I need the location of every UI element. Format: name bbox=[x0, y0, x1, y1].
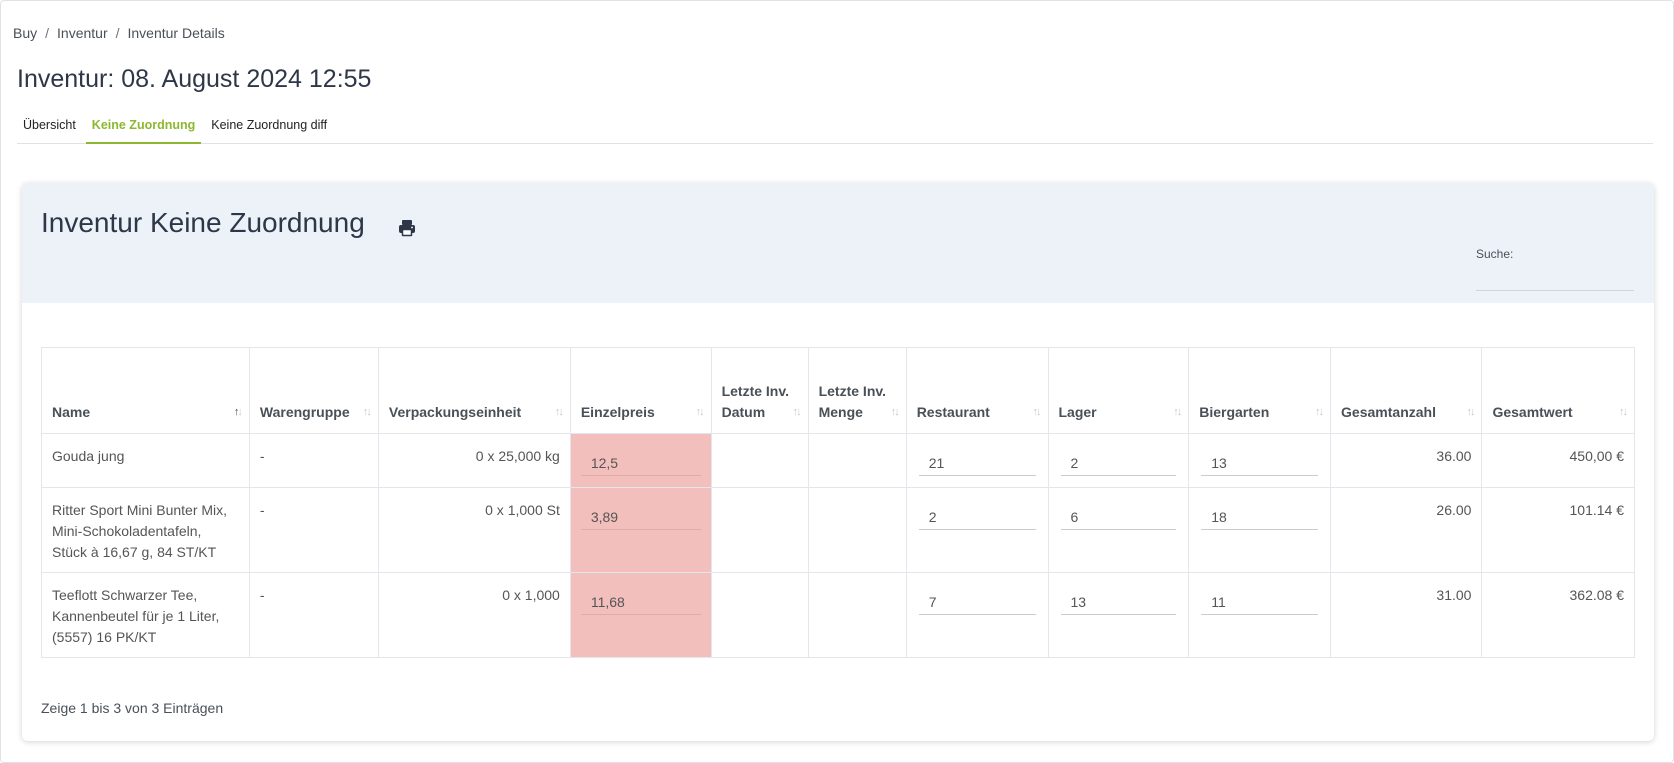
card-header: Inventur Keine Zuordnung Suche: bbox=[22, 183, 1654, 303]
page-title: Inventur: 08. August 2024 12:55 bbox=[17, 65, 372, 93]
column-header-verpackungseinheit[interactable]: Verpackungseinheit ↑↓ bbox=[377, 347, 571, 434]
cell-gesamtanzahl: 26.00 bbox=[1330, 487, 1483, 573]
cell-lager bbox=[1047, 433, 1190, 488]
cell-name: Ritter Sport Mini Bunter Mix, Mini-Schok… bbox=[41, 487, 250, 573]
cell-biergarten bbox=[1188, 487, 1332, 573]
inventory-table: Name ↑↓ Warengruppe ↑↓ Verpackungseinheit ↑… bbox=[41, 347, 1635, 658]
cell-lager bbox=[1047, 572, 1190, 658]
table-header-row: Name ↑↓ Warengruppe ↑↓ Verpackungseinheit ↑… bbox=[41, 347, 1635, 434]
sort-icon: ↑↓ bbox=[695, 406, 705, 418]
sort-icon: ↑↓ bbox=[1315, 406, 1324, 418]
lager-input[interactable] bbox=[1060, 500, 1177, 530]
tab-bar: Übersicht Keine Zuordnung Keine Zuordnun… bbox=[17, 111, 1653, 144]
cell-warengruppe: - bbox=[248, 433, 379, 488]
sort-icon: ↑↓ bbox=[233, 406, 243, 418]
column-header-einzelpreis[interactable]: Einzelpreis ↑↓ bbox=[569, 347, 712, 434]
tab-keine-zuordnung-diff[interactable]: Keine Zuordnung diff bbox=[205, 111, 333, 144]
lager-input[interactable] bbox=[1060, 585, 1177, 615]
column-header-biergarten[interactable]: Biergarten ↑↓ bbox=[1188, 347, 1332, 434]
einzelpreis-input[interactable] bbox=[580, 500, 701, 530]
column-header-lager[interactable]: Lager ↑↓ bbox=[1047, 347, 1190, 434]
column-header-name[interactable]: Name ↑↓ bbox=[41, 347, 250, 434]
einzelpreis-input[interactable] bbox=[580, 585, 701, 615]
cell-letzte-inv-menge bbox=[807, 433, 907, 488]
restaurant-input[interactable] bbox=[918, 500, 1036, 530]
cell-biergarten bbox=[1188, 433, 1332, 488]
einzelpreis-input[interactable] bbox=[580, 446, 701, 476]
sort-icon: ↑↓ bbox=[890, 406, 900, 418]
table-row: Gouda jung - 0 x 25,000 kg 36.00 450,00 … bbox=[41, 433, 1635, 488]
search-label: Suche: bbox=[1476, 247, 1514, 261]
cell-gesamtwert: 362.08 € bbox=[1481, 572, 1635, 658]
column-header-gesamtwert[interactable]: Gesamtwert ↑↓ bbox=[1481, 347, 1635, 434]
column-header-letzte-inv-datum[interactable]: Letzte Inv. Datum ↑↓ bbox=[710, 347, 809, 434]
biergarten-input[interactable] bbox=[1201, 500, 1319, 530]
cell-name: Gouda jung bbox=[41, 433, 250, 488]
cell-gesamtanzahl: 36.00 bbox=[1330, 433, 1483, 488]
column-header-warengruppe[interactable]: Warengruppe ↑↓ bbox=[248, 347, 379, 434]
cell-verpackungseinheit: 0 x 1,000 bbox=[377, 572, 571, 658]
sort-icon: ↑↓ bbox=[362, 406, 372, 418]
sort-icon: ↑↓ bbox=[792, 406, 802, 418]
cell-warengruppe: - bbox=[248, 487, 379, 573]
cell-verpackungseinheit: 0 x 25,000 kg bbox=[377, 433, 571, 488]
restaurant-input[interactable] bbox=[918, 446, 1036, 476]
cell-letzte-inv-datum bbox=[710, 572, 809, 658]
breadcrumb-inventur[interactable]: Inventur bbox=[57, 25, 108, 41]
breadcrumb-separator: / bbox=[45, 25, 50, 41]
sort-icon: ↑↓ bbox=[1466, 406, 1475, 418]
breadcrumb-buy[interactable]: Buy bbox=[13, 25, 37, 41]
column-header-gesamtanzahl[interactable]: Gesamtanzahl ↑↓ bbox=[1330, 347, 1483, 434]
cell-einzelpreis bbox=[569, 572, 712, 658]
cell-gesamtwert: 450,00 € bbox=[1481, 433, 1635, 488]
restaurant-input[interactable] bbox=[918, 585, 1036, 615]
cell-gesamtwert: 101.14 € bbox=[1481, 487, 1635, 573]
cell-lager bbox=[1047, 487, 1190, 573]
inventory-card: Inventur Keine Zuordnung Suche: Name ↑↓ … bbox=[22, 183, 1654, 741]
print-icon[interactable] bbox=[396, 217, 418, 239]
search-input[interactable] bbox=[1476, 267, 1634, 291]
table-info: Zeige 1 bis 3 von 3 Einträgen bbox=[41, 700, 224, 716]
sort-icon: ↑↓ bbox=[1619, 406, 1628, 418]
cell-verpackungseinheit: 0 x 1,000 St bbox=[377, 487, 571, 573]
sort-icon: ↑↓ bbox=[554, 406, 564, 418]
sort-icon: ↑↓ bbox=[1173, 406, 1182, 418]
breadcrumb-current: Inventur Details bbox=[127, 25, 225, 41]
cell-letzte-inv-datum bbox=[710, 433, 809, 488]
cell-letzte-inv-menge bbox=[807, 572, 907, 658]
tab-uebersicht[interactable]: Übersicht bbox=[17, 111, 82, 144]
cell-letzte-inv-menge bbox=[807, 487, 907, 573]
cell-letzte-inv-datum bbox=[710, 487, 809, 573]
cell-biergarten bbox=[1188, 572, 1332, 658]
cell-warengruppe: - bbox=[248, 572, 379, 658]
cell-einzelpreis bbox=[569, 433, 712, 488]
table-row: Ritter Sport Mini Bunter Mix, Mini-Schok… bbox=[41, 487, 1635, 573]
cell-name: Teeflott Schwarzer Tee, Kannenbeutel für… bbox=[41, 572, 250, 658]
cell-restaurant bbox=[905, 572, 1049, 658]
column-header-letzte-inv-menge[interactable]: Letzte Inv. Menge ↑↓ bbox=[807, 347, 907, 434]
breadcrumb-separator: / bbox=[115, 25, 120, 41]
card-title: Inventur Keine Zuordnung bbox=[41, 207, 365, 238]
window-frame: Buy / Inventur / Inventur Details Invent… bbox=[0, 0, 1674, 763]
breadcrumb: Buy / Inventur / Inventur Details bbox=[13, 25, 225, 41]
biergarten-input[interactable] bbox=[1201, 446, 1319, 476]
lager-input[interactable] bbox=[1060, 446, 1177, 476]
cell-gesamtanzahl: 31.00 bbox=[1330, 572, 1483, 658]
cell-einzelpreis bbox=[569, 487, 712, 573]
cell-restaurant bbox=[905, 487, 1049, 573]
tab-keine-zuordnung[interactable]: Keine Zuordnung bbox=[85, 111, 202, 144]
sort-icon: ↑↓ bbox=[1032, 406, 1042, 418]
table-row: Teeflott Schwarzer Tee, Kannenbeutel für… bbox=[41, 572, 1635, 658]
column-header-restaurant[interactable]: Restaurant ↑↓ bbox=[905, 347, 1049, 434]
biergarten-input[interactable] bbox=[1201, 585, 1319, 615]
cell-restaurant bbox=[905, 433, 1049, 488]
